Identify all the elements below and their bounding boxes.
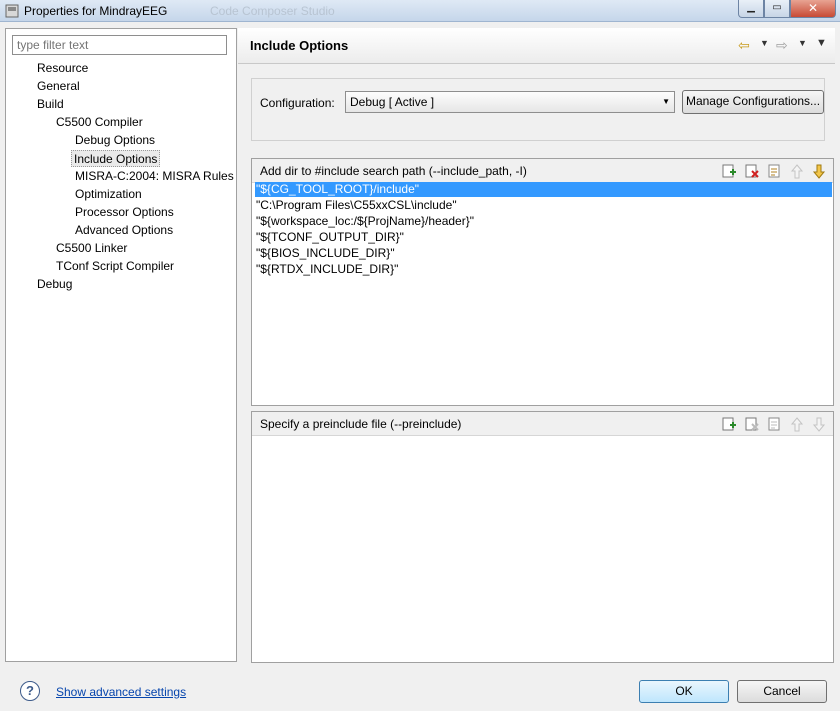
add-icon[interactable]: [721, 163, 737, 179]
maximize-button[interactable]: ▭: [764, 0, 790, 18]
list-item[interactable]: "${TCONF_OUTPUT_DIR}": [255, 230, 832, 245]
page-header: Include Options ⇦ ▼ ⇨ ▼ ▼: [238, 28, 835, 64]
tree-item[interactable]: Advanced Options: [73, 222, 175, 239]
preinclude-header: Specify a preinclude file (--preinclude): [252, 412, 833, 436]
back-history-dropdown-icon[interactable]: ▼: [760, 38, 769, 48]
tree-item[interactable]: General: [35, 78, 82, 95]
list-item[interactable]: "${CG_TOOL_ROOT}/include": [255, 182, 832, 197]
tree-item[interactable]: C5500 Compiler: [54, 114, 145, 131]
cancel-button[interactable]: Cancel: [737, 680, 827, 703]
tree-item[interactable]: Build: [35, 96, 66, 113]
tree-item[interactable]: Debug: [35, 276, 74, 293]
forward-arrow-icon[interactable]: ⇨: [776, 37, 788, 53]
app-icon: [5, 4, 19, 18]
tree-item[interactable]: Include Options: [71, 150, 161, 167]
list-item[interactable]: "${RTDX_INCLUDE_DIR}": [255, 262, 832, 277]
help-icon[interactable]: ?: [20, 681, 40, 701]
configuration-select-value: Debug [ Active ]: [350, 95, 435, 109]
chevron-down-icon: ▼: [662, 97, 670, 106]
forward-history-dropdown-icon[interactable]: ▼: [798, 38, 807, 48]
tree-item[interactable]: Debug Options: [73, 132, 157, 149]
configuration-label: Configuration:: [260, 96, 335, 110]
filter-input[interactable]: [12, 35, 227, 55]
delete-icon[interactable]: [744, 416, 760, 432]
window-title: Properties for MindrayEEG: [24, 4, 168, 18]
edit-icon[interactable]: [767, 163, 783, 179]
tree-item[interactable]: TConf Script Compiler: [54, 258, 176, 275]
add-icon[interactable]: [721, 416, 737, 432]
tree-item[interactable]: MISRA-C:2004: MISRA Rules: [73, 168, 236, 185]
manage-configurations-button[interactable]: Manage Configurations...: [682, 90, 824, 114]
configuration-select[interactable]: Debug [ Active ] ▼: [345, 91, 675, 113]
page-title: Include Options: [250, 38, 349, 53]
configuration-group: Configuration: Debug [ Active ] ▼ Manage…: [251, 78, 825, 141]
preinclude-title: Specify a preinclude file (--preinclude): [260, 417, 462, 431]
property-tree-pane: ResourceGeneralBuildC5500 CompilerDebug …: [5, 28, 237, 662]
close-button[interactable]: ✕: [790, 0, 836, 18]
list-item[interactable]: "${BIOS_INCLUDE_DIR}": [255, 246, 832, 261]
list-item[interactable]: "${workspace_loc:/${ProjName}/header}": [255, 214, 832, 229]
tree-item[interactable]: Resource: [35, 60, 90, 77]
edit-icon[interactable]: [767, 416, 783, 432]
window-ghost-title: Code Composer Studio: [210, 4, 335, 18]
move-down-icon[interactable]: [811, 163, 827, 179]
tree-item[interactable]: C5500 Linker: [54, 240, 129, 257]
move-down-icon[interactable]: [811, 416, 827, 432]
include-path-header: Add dir to #include search path (--inclu…: [252, 159, 833, 183]
property-page: Include Options ⇦ ▼ ⇨ ▼ ▼ Configuration:…: [238, 28, 835, 663]
tree-item[interactable]: Processor Options: [73, 204, 176, 221]
list-item[interactable]: "C:\Program Files\C55xxCSL\include": [255, 198, 832, 213]
title-bar: Properties for MindrayEEG Code Composer …: [0, 0, 840, 22]
minimize-button[interactable]: ▁: [738, 0, 764, 18]
show-advanced-settings-link[interactable]: Show advanced settings: [56, 685, 186, 699]
delete-icon[interactable]: [744, 163, 760, 179]
back-arrow-icon[interactable]: ⇦: [738, 37, 750, 53]
move-up-icon[interactable]: [789, 163, 805, 179]
move-up-icon[interactable]: [789, 416, 805, 432]
include-path-title: Add dir to #include search path (--inclu…: [260, 164, 527, 178]
ok-button[interactable]: OK: [639, 680, 729, 703]
view-menu-icon[interactable]: ▼: [816, 37, 827, 49]
preinclude-list[interactable]: [252, 437, 833, 662]
include-path-panel: Add dir to #include search path (--inclu…: [251, 158, 834, 406]
tree-item[interactable]: Optimization: [73, 186, 144, 203]
preinclude-panel: Specify a preinclude file (--preinclude): [251, 411, 834, 663]
